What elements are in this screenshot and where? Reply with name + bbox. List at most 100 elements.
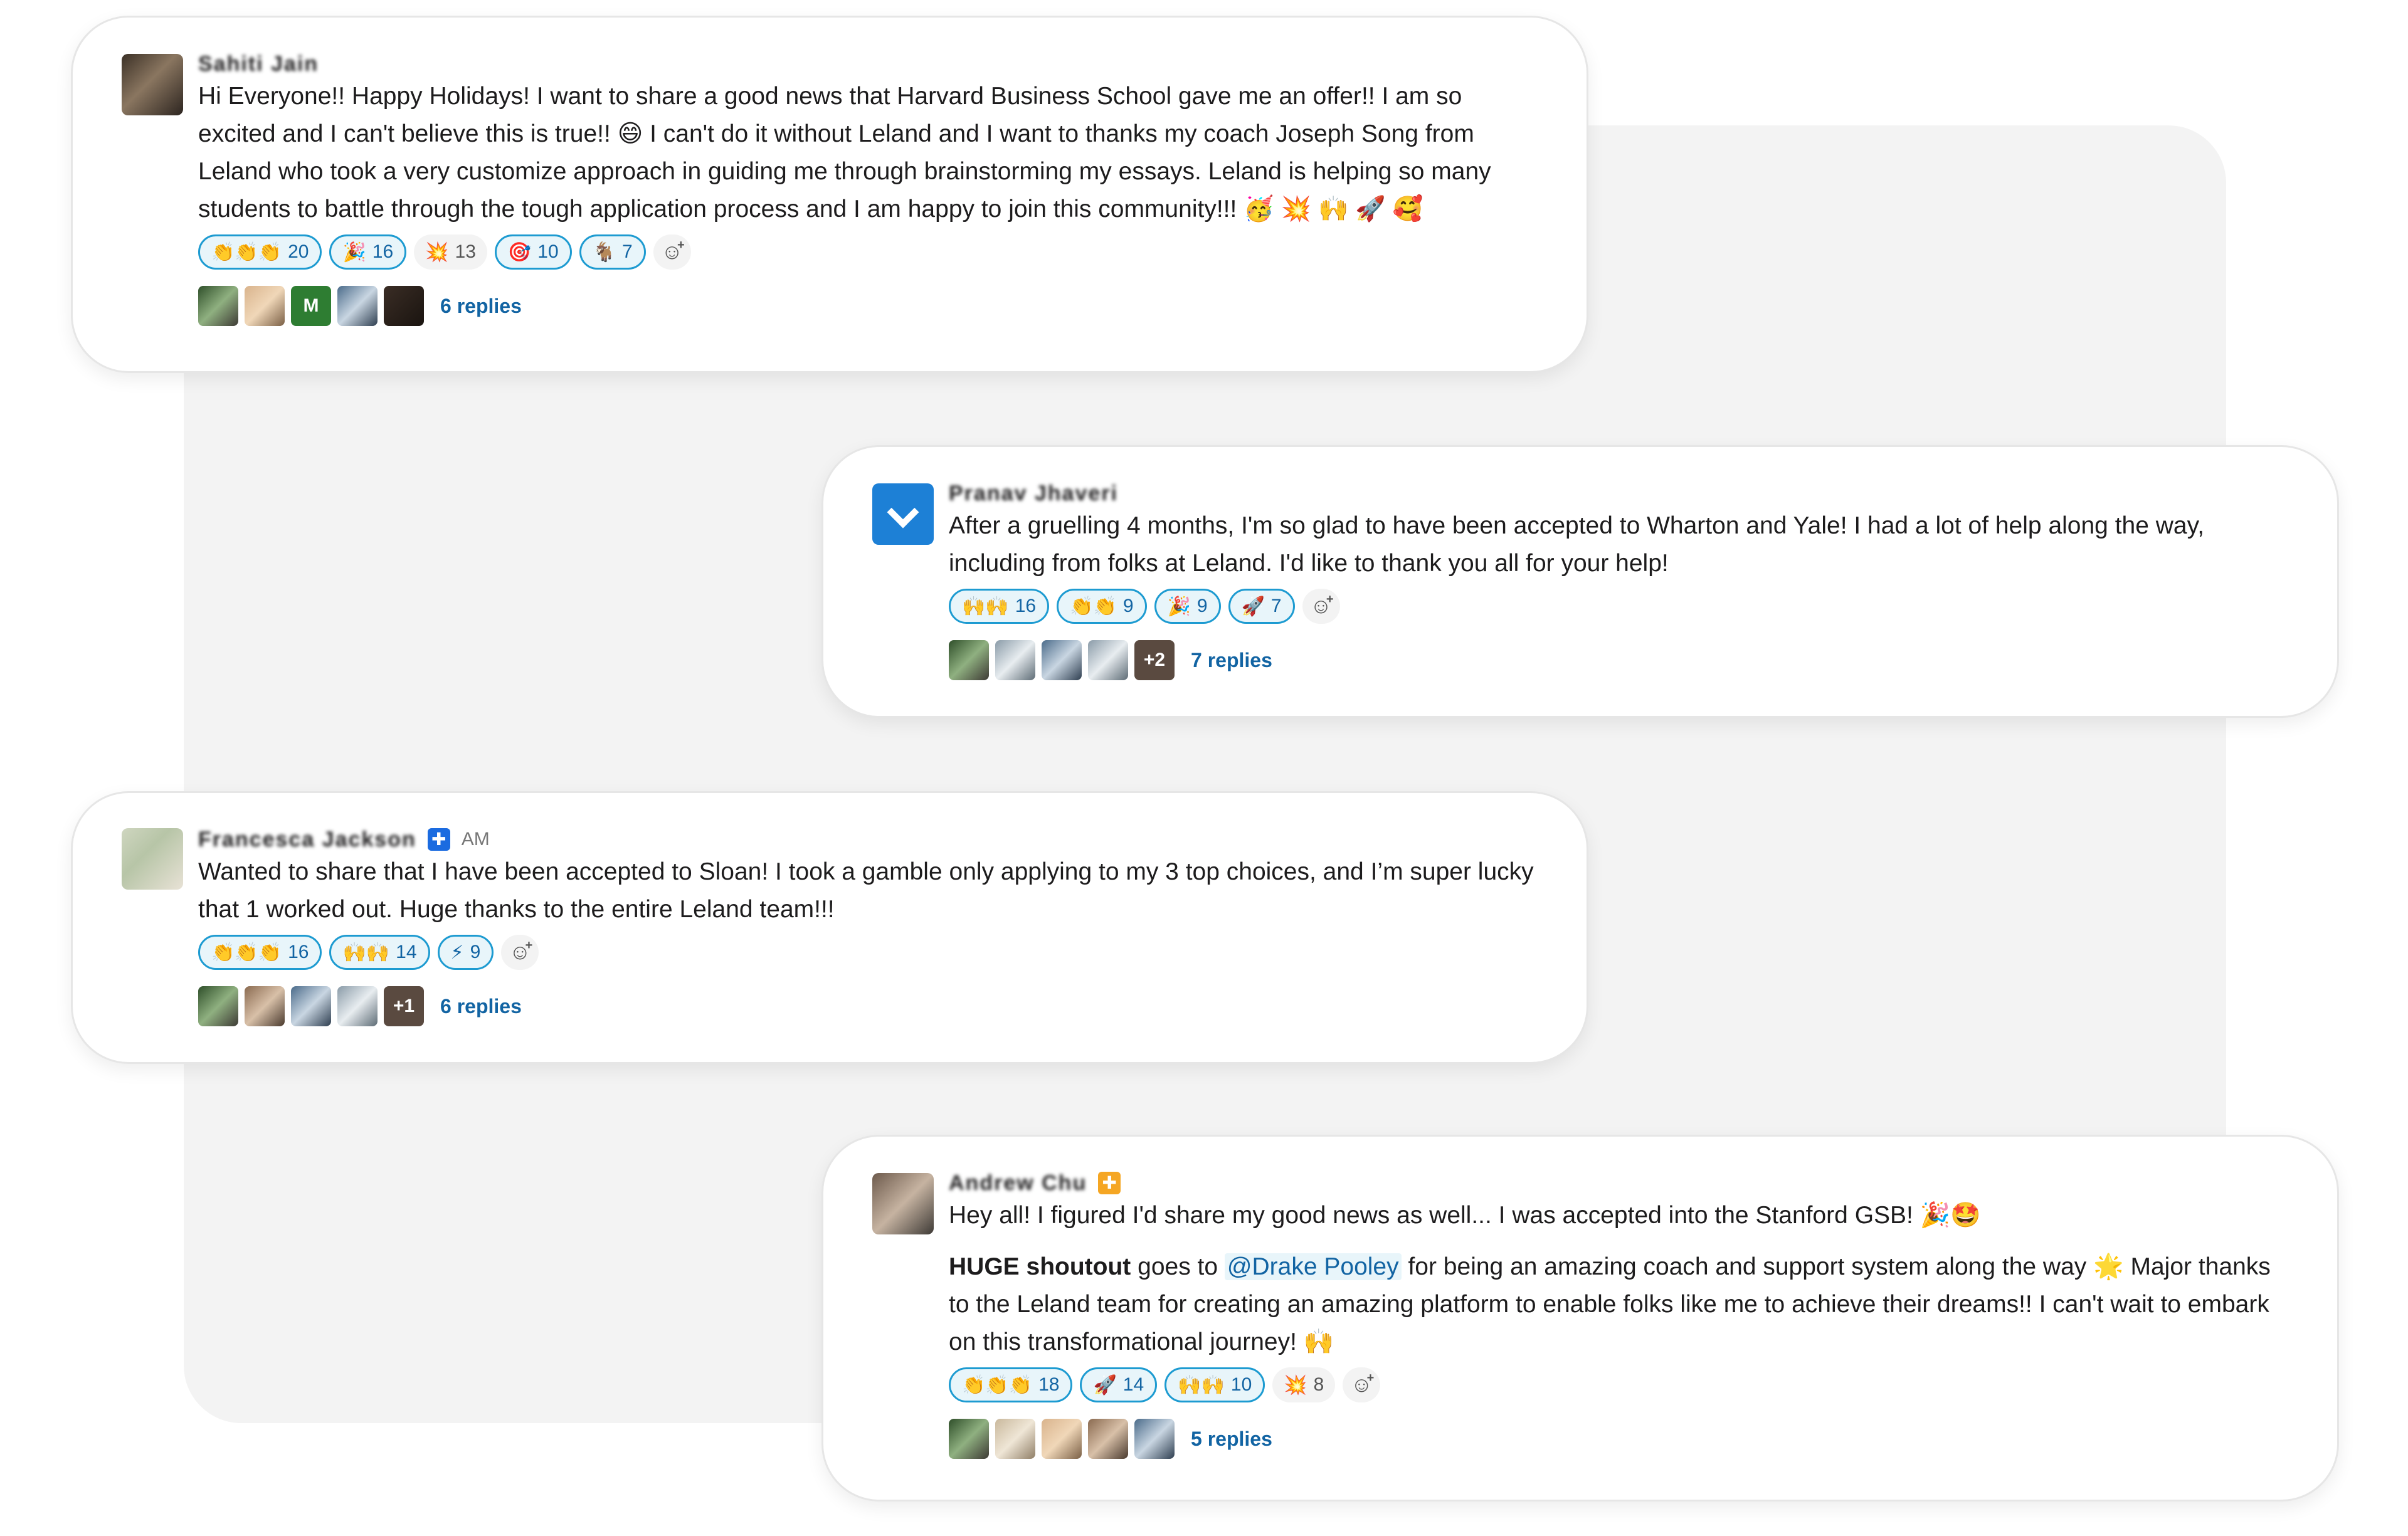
reaction-count: 7 (1270, 596, 1282, 616)
tada-emoji: 🎉 (342, 241, 366, 263)
reply-avatar (949, 640, 989, 680)
text-span: goes to (1131, 1253, 1225, 1280)
reply-avatar (1134, 1419, 1175, 1459)
message-card: Pranav Jhaveri After a gruelling 4 month… (821, 445, 2339, 718)
user-mention[interactable]: @Drake Pooley (1224, 1253, 1402, 1280)
reply-avatar (291, 986, 331, 1026)
thread-replies[interactable]: 5 replies (949, 1419, 2287, 1459)
bold-text: HUGE shoutout (949, 1253, 1131, 1280)
reply-avatar (245, 986, 285, 1026)
reaction-clap[interactable]: 👏👏👏 20 (198, 234, 322, 270)
reaction-boom[interactable]: 💥 8 (1272, 1367, 1336, 1402)
add-reaction-button[interactable]: ☺ + (501, 935, 539, 970)
goat-emoji: 🐐 (592, 241, 616, 263)
reaction-raised-hands[interactable]: 🙌🙌 14 (329, 935, 430, 970)
reply-avatar (995, 640, 1035, 680)
reply-avatar (1042, 640, 1082, 680)
reply-avatar (245, 286, 285, 326)
reaction-raised-hands[interactable]: 🙌🙌 16 (949, 589, 1050, 624)
thread-replies[interactable]: M 6 replies (198, 286, 1536, 326)
clap-emoji: 👏👏👏 (211, 241, 282, 263)
reply-avatar (198, 286, 238, 326)
author-avatar[interactable] (872, 1173, 934, 1234)
reaction-tada[interactable]: 🎉 9 (1154, 589, 1221, 624)
reply-more-count: +2 (1134, 640, 1175, 680)
reaction-count: 14 (396, 942, 417, 962)
reactions-bar: 👏👏👏 20 🎉 16 💥 13 🎯 10 🐐 7 ☺ + (198, 234, 1536, 270)
rocket-emoji: 🚀 (1241, 595, 1265, 618)
tada-emoji: 🎉 (1167, 595, 1191, 618)
raised-hands-emoji: 🙌🙌 (342, 941, 390, 964)
replies-link[interactable]: 7 replies (1191, 649, 1272, 672)
reaction-count: 10 (1230, 1374, 1252, 1395)
dart-emoji: 🎯 (507, 241, 532, 263)
rocket-emoji: 🚀 (1093, 1374, 1117, 1396)
clap-emoji: 👏👏👏 (211, 941, 282, 964)
reply-avatar (337, 986, 378, 1026)
plus-badge-icon: ✚ (1098, 1172, 1121, 1194)
reply-more-count: +1 (384, 986, 424, 1026)
reply-avatar (949, 1419, 989, 1459)
message-text-shoutout: HUGE shoutout goes to @Drake Pooley for … (949, 1248, 2287, 1361)
author-avatar[interactable] (122, 54, 183, 115)
logo-icon (887, 496, 919, 529)
thread-replies[interactable]: +1 6 replies (198, 986, 1536, 1026)
plus-badge-icon: ✚ (427, 828, 450, 851)
zap-emoji: ⚡ (450, 941, 464, 964)
reactions-bar: 👏👏👏 18 🚀 14 🙌🙌 10 💥 8 ☺ + (949, 1367, 2287, 1402)
reaction-tada[interactable]: 🎉 16 (329, 234, 407, 270)
raised-hands-emoji: 🙌🙌 (1178, 1374, 1225, 1396)
message-text: Wanted to share that I have been accepte… (198, 858, 1534, 923)
replies-link[interactable]: 6 replies (440, 295, 522, 318)
clap-emoji: 👏👏 (1070, 595, 1117, 618)
message-card: Sahiti Jain Hi Everyone!! Happy Holidays… (71, 16, 1588, 373)
message-text-intro: Hey all! I figured I'd share my good new… (949, 1202, 1981, 1229)
timestamp[interactable]: AM (462, 829, 490, 850)
author-name[interactable]: Pranav Jhaveri (949, 481, 1118, 506)
reply-avatar (1088, 1419, 1128, 1459)
clap-emoji: 👏👏👏 (962, 1374, 1033, 1396)
thread-replies[interactable]: +2 7 replies (949, 640, 2287, 680)
reaction-clap[interactable]: 👏👏👏 18 (949, 1367, 1073, 1402)
reaction-count: 9 (1196, 596, 1208, 616)
replies-link[interactable]: 5 replies (1191, 1428, 1272, 1451)
reaction-count: 16 (1015, 596, 1037, 616)
message-text: After a gruelling 4 months, I'm so glad … (949, 512, 2205, 577)
message-card: Francesca Jackson ✚ AM Wanted to share t… (71, 791, 1588, 1064)
reaction-count: 9 (470, 942, 481, 962)
reaction-dart[interactable]: 🎯 10 (494, 234, 572, 270)
reaction-count: 14 (1122, 1374, 1144, 1395)
message-text: Hi Everyone!! Happy Holidays! I want to … (198, 83, 1491, 223)
author-name[interactable]: Andrew Chu (949, 1171, 1087, 1196)
raised-hands-emoji: 🙌🙌 (962, 595, 1009, 618)
boom-emoji: 💥 (1284, 1374, 1307, 1396)
reactions-bar: 👏👏👏 16 🙌🙌 14 ⚡ 9 ☺ + (198, 935, 1536, 970)
reaction-rocket[interactable]: 🚀 14 (1080, 1367, 1158, 1402)
add-reaction-button[interactable]: ☺ + (653, 234, 691, 270)
author-name[interactable]: Francesca Jackson (198, 828, 416, 852)
reaction-boom[interactable]: 💥 13 (414, 234, 487, 270)
reply-avatar (198, 986, 238, 1026)
add-reaction-button[interactable]: ☺ + (1302, 589, 1340, 624)
reply-avatar (995, 1419, 1035, 1459)
reaction-clap[interactable]: 👏👏👏 16 (198, 935, 322, 970)
reply-avatar (1042, 1419, 1082, 1459)
reaction-count: 16 (288, 942, 309, 962)
reaction-raised-hands[interactable]: 🙌🙌 10 (1164, 1367, 1265, 1402)
reaction-count: 9 (1122, 596, 1134, 616)
reaction-count: 8 (1313, 1374, 1324, 1395)
reaction-count: 13 (455, 241, 476, 262)
reaction-rocket[interactable]: 🚀 7 (1228, 589, 1295, 624)
reaction-goat[interactable]: 🐐 7 (579, 234, 646, 270)
reply-avatar (1088, 640, 1128, 680)
replies-link[interactable]: 6 replies (440, 995, 522, 1018)
reply-avatar (337, 286, 378, 326)
author-name[interactable]: Sahiti Jain (198, 52, 319, 76)
reaction-count: 7 (622, 241, 633, 262)
author-avatar[interactable] (872, 483, 934, 545)
add-reaction-button[interactable]: ☺ + (1343, 1367, 1381, 1402)
reply-avatar: M (291, 286, 331, 326)
reaction-zap[interactable]: ⚡ 9 (437, 935, 494, 970)
reaction-clap[interactable]: 👏👏 9 (1057, 589, 1147, 624)
author-avatar[interactable] (122, 828, 183, 890)
